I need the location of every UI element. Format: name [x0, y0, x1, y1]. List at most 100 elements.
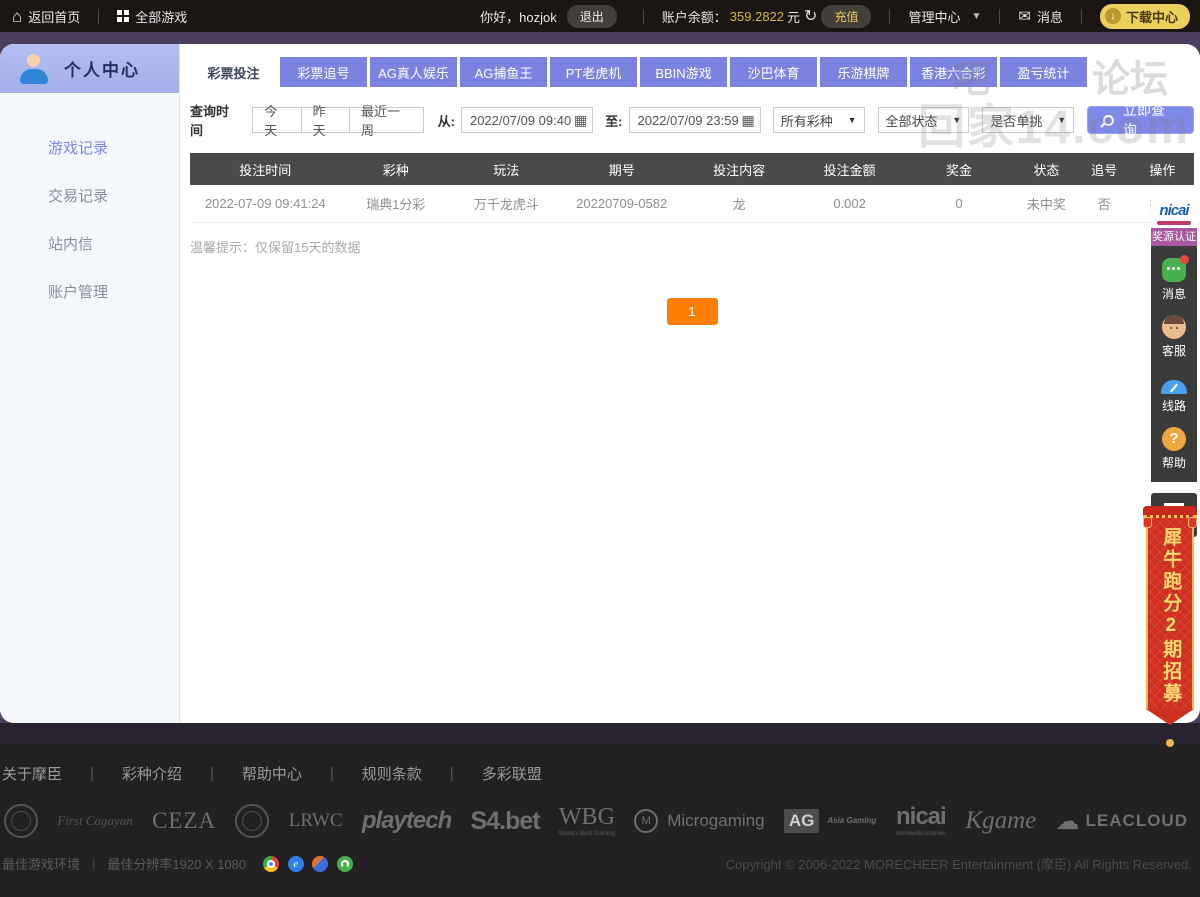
messages-label: 消息 [1037, 7, 1063, 26]
sidebar-item-account[interactable]: 账户管理 [0, 267, 179, 315]
ribbon-roof-decoration [1143, 506, 1197, 518]
col-chase: 追号 [1077, 153, 1130, 185]
topbar-left: ⌂ 返回首页 全部游戏 [12, 7, 187, 26]
last-week-button[interactable]: 最近一周 [349, 107, 424, 133]
single-pick-select[interactable]: 是否单挑 ▼ [982, 107, 1074, 133]
recharge-button[interactable]: 充值 [821, 5, 871, 28]
floating-messages-label: 消息 [1151, 285, 1197, 302]
yesterday-button[interactable]: 昨天 [301, 107, 350, 133]
floating-item-service[interactable]: 客服 [1151, 309, 1197, 366]
cell-lottery: 瑞典1分彩 [341, 185, 451, 222]
date-from-input[interactable]: 2022/07/09 09:40 ▦ [461, 107, 593, 133]
ribbon-tail [1146, 709, 1194, 725]
tab-leyou-chess[interactable]: 乐游棋牌 [820, 57, 907, 87]
admin-center-label: 管理中心 [908, 7, 960, 26]
tab-lottery-chase[interactable]: 彩票追号 [280, 57, 367, 87]
admin-center-menu[interactable]: 管理中心 ▼ [908, 7, 981, 26]
footer-link-about[interactable]: 关于摩臣 [0, 763, 90, 784]
floating-side-panel: nicai 奖源认证 消息 客服 线路 ? 帮助 [1151, 198, 1197, 537]
sidebar-header: 个人中心 [0, 44, 179, 93]
status-select[interactable]: 全部状态 ▼ [878, 107, 970, 133]
back-home-link[interactable]: ⌂ 返回首页 [12, 7, 80, 26]
lottery-type-select[interactable]: 所有彩种 ▼ [773, 107, 865, 133]
globe-emblem-logo [4, 804, 38, 838]
grid-icon [117, 10, 129, 22]
quick-range-group: 今天 昨天 最近一周 [253, 107, 423, 133]
tab-saba-sports[interactable]: 沙巴体育 [730, 57, 817, 87]
col-status: 状态 [1015, 153, 1077, 185]
date-to-value: 2022/07/09 23:59 [638, 113, 739, 128]
download-icon: ↓ [1105, 8, 1121, 24]
date-to-input[interactable]: 2022/07/09 23:59 ▦ [629, 107, 761, 133]
today-button[interactable]: 今天 [252, 107, 301, 133]
route-gauge-icon [1161, 380, 1187, 394]
main-content: 彩票投注 彩票追号 AG真人娱乐 AG捕鱼王 PT老虎机 BBIN游戏 沙巴体育… [180, 44, 1200, 723]
envelope-icon: ✉ [1018, 7, 1031, 25]
footer-band [0, 723, 1200, 745]
calendar-icon[interactable]: ▦ [741, 112, 754, 129]
resolution-label: 最佳分辨率1920 X 1080 [107, 854, 246, 873]
nicai-logo: nicai [1151, 198, 1197, 228]
divider: | [92, 856, 95, 871]
promo-ribbon-banner[interactable]: 犀牛跑分2期招募 [1142, 506, 1198, 725]
record-tabs: 彩票投注 彩票追号 AG真人娱乐 AG捕鱼王 PT老虎机 BBIN游戏 沙巴体育… [190, 57, 1194, 87]
prize-source-cert-badge[interactable]: 奖源认证 [1151, 228, 1197, 246]
page-1-button[interactable]: 1 [667, 298, 718, 325]
floating-menu: 消息 客服 线路 ? 帮助 [1151, 246, 1197, 482]
footer-link-help-center[interactable]: 帮助中心 [214, 763, 330, 784]
col-issue: 期号 [561, 153, 681, 185]
footer-link-rules[interactable]: 规则条款 [334, 763, 450, 784]
page: ⌂ 返回首页 全部游戏 你好，hozjok 退出 账户余额： 359.2822 … [0, 0, 1200, 897]
tab-bbin-games[interactable]: BBIN游戏 [640, 57, 727, 87]
nicai-footer-logo: nicai Worldwide lotteries [896, 805, 947, 837]
cell-play: 万千龙虎斗 [451, 185, 561, 222]
divider [999, 9, 1000, 24]
footer-env-info: 最佳游戏环境 | 最佳分辨率1920 X 1080 e [2, 854, 353, 873]
from-label: 从: [438, 111, 455, 130]
tab-ag-fishing[interactable]: AG捕鱼王 [460, 57, 547, 87]
divider [98, 9, 99, 24]
browser-icons: e [258, 855, 353, 872]
tab-pt-slots[interactable]: PT老虎机 [550, 57, 637, 87]
sidebar-nav: 游戏记录 交易记录 站内信 账户管理 [0, 93, 179, 315]
sidebar-item-transactions[interactable]: 交易记录 [0, 171, 179, 219]
sidebar-item-game-records[interactable]: 游戏记录 [0, 123, 179, 171]
floating-item-messages[interactable]: 消息 [1151, 252, 1197, 309]
chevron-down-icon: ▼ [1057, 115, 1066, 125]
home-icon: ⌂ [12, 8, 22, 25]
lottery-type-value: 所有彩种 [781, 111, 833, 130]
tab-profit-stats[interactable]: 盈亏统计 [1000, 57, 1087, 87]
first-cagayan-logo: First Cagayan [57, 813, 132, 829]
refresh-balance-icon[interactable]: ↻ [804, 6, 817, 26]
download-center-button[interactable]: ↓ 下载中心 [1100, 4, 1190, 29]
footer-link-alliance[interactable]: 多彩联盟 [454, 763, 570, 784]
footer-link-lottery-intro[interactable]: 彩种介绍 [94, 763, 210, 784]
tab-hk-lottery[interactable]: 香港六合彩 [910, 57, 997, 87]
footer-bottom: 最佳游戏环境 | 最佳分辨率1920 X 1080 e Copyright © … [0, 842, 1200, 873]
tab-ag-live[interactable]: AG真人娱乐 [370, 57, 457, 87]
asia-gaming-logo: AG Asia Gaming [784, 809, 876, 833]
col-amount: 投注金额 [796, 153, 902, 185]
to-label: 至: [605, 111, 622, 130]
logout-button[interactable]: 退出 [567, 5, 617, 28]
divider [889, 9, 890, 24]
wbg-logo: WBG World's Best Gaming [559, 805, 615, 837]
sidebar-item-site-mail[interactable]: 站内信 [0, 219, 179, 267]
search-button[interactable]: 立即查询 [1087, 106, 1194, 134]
calendar-icon[interactable]: ▦ [574, 112, 587, 129]
lrwc-logo: LRWC [289, 810, 343, 832]
leacloud-logo: LEACLOUD [1056, 807, 1188, 836]
cell-content: 龙 [682, 185, 796, 222]
floating-item-help[interactable]: ? 帮助 [1151, 421, 1197, 478]
partner-logos: First Cagayan CEZA LRWC playtech S4.bet … [0, 784, 1200, 842]
cell-status: 未中奖 [1015, 185, 1077, 222]
messages-link[interactable]: ✉ 消息 [1018, 7, 1063, 26]
chat-icon [1162, 258, 1186, 282]
greeting-text: 你好，hozjok [480, 7, 557, 26]
content-container: 个人中心 游戏记录 交易记录 站内信 账户管理 彩票投注 彩票追号 AG真人娱乐… [0, 44, 1200, 723]
tab-lottery-bets[interactable]: 彩票投注 [190, 57, 277, 87]
all-games-link[interactable]: 全部游戏 [117, 7, 187, 26]
floating-item-route[interactable]: 线路 [1151, 366, 1197, 421]
divider [1081, 9, 1082, 24]
bets-table: 投注时间 彩种 玩法 期号 投注内容 投注金额 奖金 状态 追号 操作 [190, 153, 1194, 223]
